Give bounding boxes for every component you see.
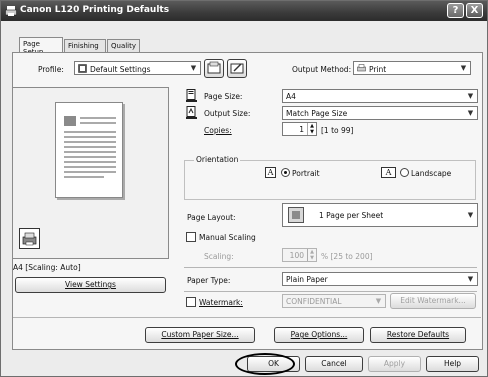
paper-type-select[interactable]: Plain Paper ▼ [282,272,478,286]
printer-status-icon [22,232,37,246]
preview-caption: A4 [Scaling: Auto] [13,263,81,272]
output-size-select[interactable]: Match Page Size ▼ [282,106,478,120]
chevron-down-icon: ▼ [375,297,382,305]
custom-paper-size-button[interactable]: Custom Paper Size... [145,327,255,343]
landscape-glyph-icon: A [381,167,396,178]
help-button[interactable]: Help [426,356,479,372]
landscape-label[interactable]: Landscape [411,169,451,178]
settings-profile-icon [78,64,87,73]
tab-quality[interactable]: Quality [107,39,140,53]
page-options-button[interactable]: Page Options... [274,327,364,343]
spin-arrows-icon[interactable]: ▲ ▼ [307,249,316,261]
scaling-spinner[interactable]: 100 ▲ ▼ [282,248,317,262]
divider [13,317,481,318]
chevron-down-icon: ▼ [467,92,474,100]
view-settings-button[interactable]: View Settings [15,277,166,293]
one-page-layout-icon [288,207,304,223]
copies-range: [1 to 99] [321,126,354,135]
page-size-select[interactable]: A4 ▼ [282,89,478,103]
edit-profile-icon [230,63,244,74]
watermark-checkbox[interactable] [186,297,196,307]
edit-profile-button[interactable] [227,59,247,78]
output-size-icon [186,106,197,119]
printer-status-button[interactable] [19,228,40,249]
tab-finishing[interactable]: Finishing [64,39,106,53]
page-size-label: Page Size: [204,92,243,101]
chevron-down-icon: ▼ [467,109,474,117]
scaling-label: Scaling: [204,252,234,261]
add-profile-button[interactable] [204,59,224,78]
landscape-radio[interactable] [400,168,409,177]
page-layout-select[interactable]: 1 Page per Sheet ▼ [282,203,478,227]
divider [184,267,477,268]
manual-scaling-label[interactable]: Manual Scaling [199,233,256,242]
chevron-down-icon: ▼ [460,64,467,72]
chevron-down-icon: ▼ [190,64,197,72]
title-bar: Canon L120 Printing Defaults ? X [1,1,487,21]
portrait-glyph-icon: A [265,167,276,178]
edit-watermark-button[interactable]: Edit Watermark... [390,293,476,309]
spin-arrows-icon[interactable]: ▲ ▼ [307,123,316,135]
preview-pane [12,87,169,259]
apply-button[interactable]: Apply [368,356,421,372]
output-method-select[interactable]: Print ▼ [353,61,471,75]
page-layout-label: Page Layout: [187,213,236,222]
help-title-button[interactable]: ? [447,3,464,18]
chevron-down-icon: ▼ [467,211,474,219]
portrait-radio[interactable] [281,168,290,177]
copies-label: Copies: [204,126,232,135]
divider [184,291,477,292]
printer-icon [5,6,17,16]
tab-page-setup[interactable]: Page Setup [19,37,63,56]
output-size-label: Output Size: [204,109,251,118]
profile-select[interactable]: Default Settings ▼ [74,61,201,75]
watermark-select[interactable]: CONFIDENTIAL ▼ [282,294,386,308]
cancel-button[interactable]: Cancel [305,356,363,372]
close-title-button[interactable]: X [466,3,483,18]
profile-label: Profile: [38,65,64,74]
scaling-range: % [25 to 200] [321,252,373,261]
preview-image-block [64,116,76,126]
copies-spinner[interactable]: 1 ▲ ▼ [282,122,317,136]
orientation-label: Orientation [194,155,241,164]
print-method-icon [357,64,366,72]
ok-highlight-circle [235,353,295,375]
page-preview [55,102,123,198]
orientation-group [184,160,476,200]
portrait-label[interactable]: Portrait [292,169,320,178]
restore-defaults-button[interactable]: Restore Defaults [370,327,466,343]
output-method-label: Output Method: [292,65,352,74]
watermark-label[interactable]: Watermark: [199,298,243,307]
paper-type-label: Paper Type: [187,276,231,285]
manual-scaling-checkbox[interactable] [186,232,196,242]
printing-defaults-dialog: Canon L120 Printing Defaults ? X Page Se… [0,0,488,377]
page-size-icon [186,89,197,102]
chevron-down-icon: ▼ [467,275,474,283]
window-title: Canon L120 Printing Defaults [20,5,170,15]
add-profile-icon [207,61,221,74]
